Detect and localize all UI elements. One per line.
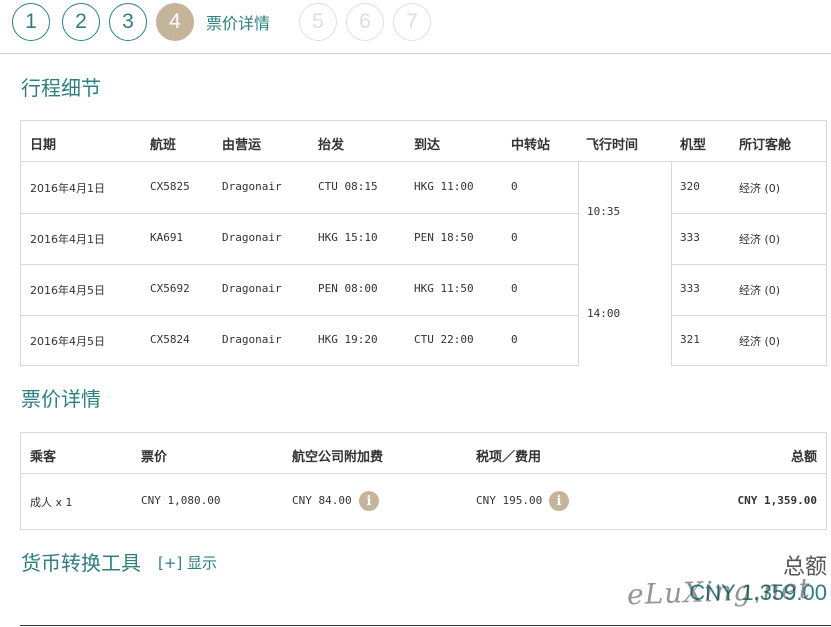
fare-table: 乘客 票价 航空公司附加费 税项／费用 总额 成人 x 1 CNY 1,080.… — [20, 432, 827, 530]
header-stops: 中转站 — [511, 138, 551, 153]
cell-cabin: 经济 (0) — [739, 335, 781, 348]
cell-arrive: HKG 11:00 — [414, 180, 474, 193]
header-date: 日期 — [30, 138, 57, 153]
cell-cabin: 经济 (0) — [739, 284, 781, 297]
cell-operator: Dragonair — [222, 231, 282, 244]
cell-arrive: PEN 18:50 — [414, 231, 474, 244]
itinerary-header-row: 日期 航班 由营运 抬发 到达 中转站 飞行时间 机型 所订客舱 — [21, 121, 826, 162]
cell-date: 2016年4月5日 — [30, 335, 105, 348]
header-passenger: 乘客 — [30, 450, 57, 465]
duration-cell-return: 14:00 — [578, 264, 672, 366]
step-5: 5 — [299, 3, 337, 41]
itinerary-table: 日期 航班 由营运 抬发 到达 中转站 飞行时间 机型 所订客舱 2016年4月… — [20, 120, 827, 366]
cell-operator: Dragonair — [222, 333, 282, 346]
current-step-label: 票价详情 — [206, 14, 271, 33]
table-row: 2016年4月5日 CX5692 Dragonair PEN 08:00 HKG… — [21, 264, 826, 315]
surcharge-info-icon[interactable]: i — [359, 491, 379, 511]
cell-cabin: 经济 (0) — [739, 233, 781, 246]
currency-show-toggle[interactable]: [+] 显示 — [158, 552, 217, 573]
cell-stops: 0 — [511, 180, 518, 193]
header-total: 总额 — [790, 450, 817, 465]
watermark: eLuXing.net — [626, 571, 812, 612]
duration-cell-outbound: 10:35 — [578, 162, 672, 264]
duration-value: 10:35 — [587, 205, 621, 218]
aircraft-link[interactable]: 320 — [680, 180, 700, 193]
cell-operator: Dragonair — [222, 180, 282, 193]
table-row: 2016年4月1日 CX5825 Dragonair CTU 08:15 HKG… — [21, 162, 826, 213]
cell-date: 2016年4月1日 — [30, 182, 105, 195]
cell-taxes: CNY 195.00 — [476, 494, 543, 507]
cell-passenger: 成人 x 1 — [30, 496, 73, 509]
fare-header-row: 乘客 票价 航空公司附加费 税项／费用 总额 — [21, 433, 826, 474]
currency-tool-title: 货币转换工具 — [21, 551, 141, 575]
header-taxes: 税项／费用 — [476, 450, 542, 465]
flight-link[interactable]: KA691 — [150, 231, 183, 244]
cell-depart: HKG 19:20 — [318, 333, 378, 346]
header-operator: 由营运 — [222, 138, 262, 153]
cell-operator: Dragonair — [222, 282, 282, 295]
header-surcharge: 航空公司附加费 — [292, 450, 384, 465]
duration-value: 14:00 — [587, 307, 621, 320]
header-fare: 票价 — [141, 450, 168, 465]
flight-link[interactable]: CX5825 — [150, 180, 190, 193]
step-1[interactable]: 1 — [12, 3, 50, 41]
cell-surcharge: CNY 84.00 — [292, 494, 352, 507]
cell-date: 2016年4月1日 — [30, 233, 105, 246]
header-arrive: 到达 — [414, 138, 441, 153]
step-6: 6 — [346, 3, 384, 41]
flight-link[interactable]: CX5692 — [150, 282, 190, 295]
cell-stops: 0 — [511, 282, 518, 295]
step-4-current: 4 — [156, 3, 194, 41]
cell-depart: HKG 15:10 — [318, 231, 378, 244]
cell-stops: 0 — [511, 231, 518, 244]
aircraft-link[interactable]: 333 — [680, 231, 700, 244]
cell-arrive: HKG 11:50 — [414, 282, 474, 295]
cell-total: CNY 1,359.00 — [737, 494, 817, 507]
bottom-divider — [20, 625, 831, 626]
aircraft-link[interactable]: 333 — [680, 282, 700, 295]
table-row: 2016年4月1日 KA691 Dragonair HKG 15:10 PEN … — [21, 213, 826, 264]
table-row: 2016年4月5日 CX5824 Dragonair HKG 19:20 CTU… — [21, 315, 826, 366]
aircraft-link[interactable]: 321 — [680, 333, 700, 346]
cell-depart: PEN 08:00 — [318, 282, 378, 295]
cell-stops: 0 — [511, 333, 518, 346]
header-depart: 抬发 — [318, 138, 345, 153]
cell-fare: CNY 1,080.00 — [141, 494, 221, 507]
fare-title: 票价详情 — [21, 387, 101, 411]
header-aircraft: 机型 — [680, 138, 707, 153]
step-3[interactable]: 3 — [109, 3, 147, 41]
cell-cabin: 经济 (0) — [739, 182, 781, 195]
booking-steps: 1 2 3 4 票价详情 5 6 7 — [0, 0, 831, 54]
step-7: 7 — [393, 3, 431, 41]
cell-date: 2016年4月5日 — [30, 284, 105, 297]
header-duration: 飞行时间 — [586, 138, 639, 153]
flight-link[interactable]: CX5824 — [150, 333, 190, 346]
header-cabin: 所订客舱 — [739, 138, 792, 153]
itinerary-title: 行程细节 — [21, 76, 101, 100]
step-2[interactable]: 2 — [62, 3, 100, 41]
cell-arrive: CTU 22:00 — [414, 333, 474, 346]
cell-depart: CTU 08:15 — [318, 180, 378, 193]
taxes-info-icon[interactable]: i — [549, 491, 569, 511]
header-flight: 航班 — [150, 138, 177, 153]
